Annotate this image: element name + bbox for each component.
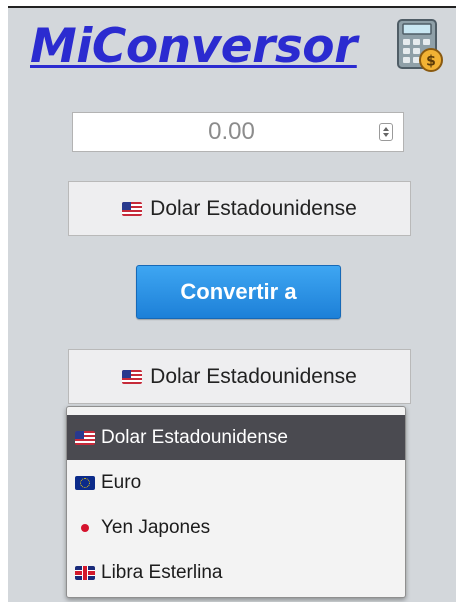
amount-stepper[interactable] bbox=[379, 123, 393, 141]
dropdown-option-jpy[interactable]: Yen Japones bbox=[67, 505, 405, 550]
option-label: Yen Japones bbox=[101, 516, 211, 538]
to-currency-label: Dolar Estadounidense bbox=[150, 364, 357, 388]
us-flag-icon bbox=[75, 430, 95, 445]
from-currency-label: Dolar Estadounidense bbox=[150, 196, 357, 220]
to-currency-select[interactable]: Dolar Estadounidense bbox=[68, 349, 411, 404]
option-label: Libra Esterlina bbox=[101, 561, 223, 583]
to-currency-dropdown: Dolar Estadounidense Euro Yen Japones Li… bbox=[66, 406, 406, 598]
option-label: Dolar Estadounidense bbox=[101, 426, 288, 448]
amount-input[interactable] bbox=[73, 113, 373, 151]
dropdown-option-usd[interactable]: Dolar Estadounidense bbox=[67, 415, 405, 460]
us-flag-icon bbox=[122, 369, 143, 384]
uk-flag-icon bbox=[75, 565, 95, 580]
dropdown-option-eur[interactable]: Euro bbox=[67, 460, 405, 505]
convert-button[interactable]: Convertir a bbox=[136, 265, 341, 319]
svg-text:$: $ bbox=[426, 54, 436, 70]
eu-flag-icon bbox=[75, 475, 95, 490]
converter-app: MiConversor $ Dolar Estadounidense Conve… bbox=[8, 6, 456, 602]
stepper-down-icon[interactable] bbox=[383, 133, 389, 137]
app-title: MiConversor bbox=[30, 19, 357, 74]
stepper-up-icon[interactable] bbox=[383, 127, 389, 131]
amount-field[interactable] bbox=[72, 112, 404, 152]
from-currency-select[interactable]: Dolar Estadounidense bbox=[68, 181, 411, 236]
dropdown-option-gbp[interactable]: Libra Esterlina bbox=[67, 550, 405, 595]
calculator-money-icon: $ bbox=[397, 19, 443, 72]
option-label: Euro bbox=[101, 471, 142, 493]
jp-flag-icon bbox=[75, 521, 95, 535]
us-flag-icon bbox=[122, 201, 143, 216]
